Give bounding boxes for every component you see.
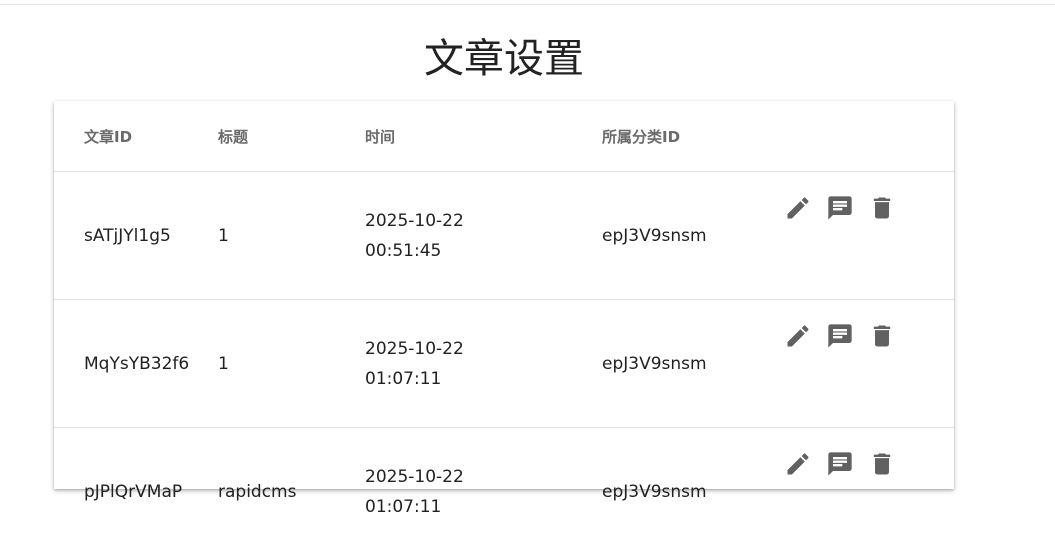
table-header-row: 文章ID 标题 时间 所属分类ID	[54, 101, 954, 172]
cell-category-id: epJ3V9snsm	[602, 172, 784, 300]
cell-article-id: MqYsYB32f6	[54, 300, 218, 428]
row-actions	[784, 428, 954, 555]
header-article-id: 文章ID	[54, 101, 218, 172]
cell-category-id: epJ3V9snsm	[602, 300, 784, 428]
header-actions	[784, 101, 954, 172]
header-title: 标题	[218, 101, 365, 172]
cell-title: 1	[218, 300, 365, 428]
table-row: pJPlQrVMaP rapidcms 2025-10-22 01:07:11 e…	[54, 428, 954, 555]
cell-date: 2025-10-22	[365, 211, 464, 231]
cell-date: 2025-10-22	[365, 339, 464, 359]
cell-time: 2025-10-22 01:07:11	[365, 300, 602, 428]
delete-icon[interactable]	[868, 450, 896, 478]
header-time: 时间	[365, 101, 602, 172]
comment-icon[interactable]	[826, 450, 854, 478]
cell-category-id: epJ3V9snsm	[602, 428, 784, 555]
comment-icon[interactable]	[826, 322, 854, 350]
cell-clock: 01:07:11	[365, 497, 441, 517]
top-divider	[0, 4, 1055, 5]
cell-date: 2025-10-22	[365, 467, 464, 487]
table-row: sATjJYl1g5 1 2025-10-22 00:51:45 epJ3V9sn…	[54, 172, 954, 300]
cell-title: rapidcms	[218, 428, 365, 555]
comment-icon[interactable]	[826, 194, 854, 222]
cell-title: 1	[218, 172, 365, 300]
edit-icon[interactable]	[784, 322, 812, 350]
cell-clock: 01:07:11	[365, 369, 441, 389]
edit-icon[interactable]	[784, 450, 812, 478]
edit-icon[interactable]	[784, 194, 812, 222]
page-title: 文章设置	[0, 32, 1008, 86]
table-row: MqYsYB32f6 1 2025-10-22 01:07:11 epJ3V9sn…	[54, 300, 954, 428]
articles-table-card: 文章ID 标题 时间 所属分类ID sATjJYl1g5 1 2025-10-2…	[54, 101, 954, 489]
cell-time: 2025-10-22 01:07:11	[365, 428, 602, 555]
row-actions	[784, 300, 954, 428]
cell-article-id: sATjJYl1g5	[54, 172, 218, 300]
cell-clock: 00:51:45	[365, 241, 441, 261]
delete-icon[interactable]	[868, 194, 896, 222]
articles-table: 文章ID 标题 时间 所属分类ID sATjJYl1g5 1 2025-10-2…	[54, 101, 954, 555]
header-category-id: 所属分类ID	[602, 101, 784, 172]
delete-icon[interactable]	[868, 322, 896, 350]
row-actions	[784, 172, 954, 300]
cell-time: 2025-10-22 00:51:45	[365, 172, 602, 300]
cell-article-id: pJPlQrVMaP	[54, 428, 218, 555]
